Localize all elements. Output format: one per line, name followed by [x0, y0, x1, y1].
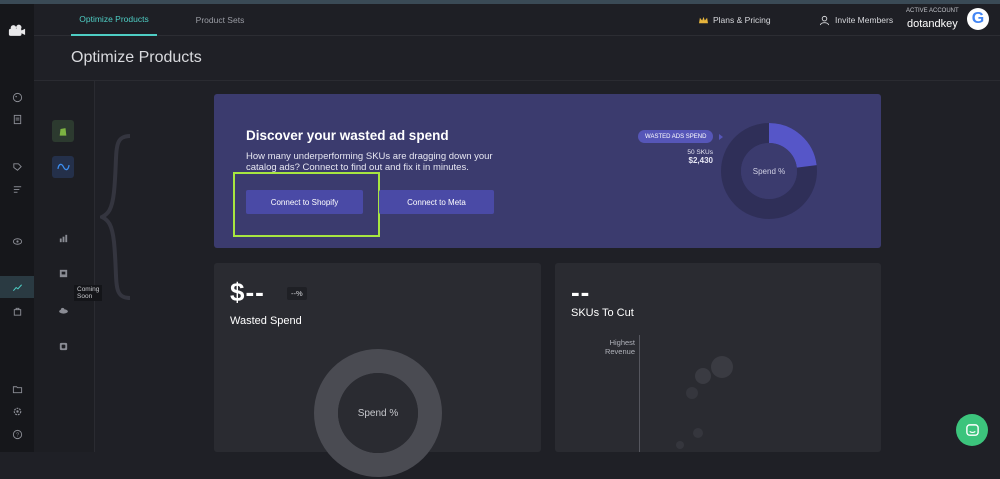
hero-donut: Spend % — [721, 123, 817, 219]
wasted-spend-value: $-- — [230, 277, 265, 307]
bubble-point — [686, 387, 698, 399]
tab-product-sets[interactable]: Product Sets — [184, 4, 256, 36]
connect-meta-button[interactable]: Connect to Meta — [379, 190, 494, 214]
page-title: Optimize Products — [71, 49, 202, 66]
plans-pricing-link[interactable]: Plans & Pricing — [698, 4, 771, 36]
storefront-icon — [52, 262, 74, 284]
document-icon[interactable] — [0, 108, 34, 130]
tag-icon[interactable] — [0, 156, 34, 178]
skus-to-cut-card: -- SKUs To Cut Highest Revenue — [555, 263, 881, 452]
top-bar: Optimize Products Product Sets Plans & P… — [34, 4, 1000, 36]
connect-shopify-label: Connect to Shopify — [270, 197, 339, 207]
bubble-chart — [676, 356, 733, 449]
hero-donut-label: Spend % — [753, 167, 785, 176]
plans-label: Plans & Pricing — [713, 15, 771, 25]
google-logo-icon: G — [967, 8, 989, 30]
palette-icon[interactable] — [0, 86, 34, 108]
wasted-ads-pill: WASTED ADS SPEND — [638, 130, 714, 143]
hero-title: Discover your wasted ad spend — [246, 128, 449, 143]
axis-label: Highest Revenue — [591, 338, 635, 356]
logo-icon[interactable] — [0, 18, 34, 42]
shopify-icon[interactable] — [52, 120, 74, 142]
wasted-spend-percent: --% — [287, 287, 307, 300]
skus-to-cut-value: -- — [571, 277, 591, 307]
y-axis-line — [639, 335, 640, 452]
account-caption: ACTIVE ACCOUNT — [906, 8, 959, 14]
chat-icon — [965, 423, 979, 436]
bubble-point — [676, 441, 684, 449]
axis-label-line-1: Highest — [609, 338, 635, 347]
connect-shopify-button[interactable]: Connect to Shopify — [246, 190, 363, 214]
axis-label-line-2: Revenue — [604, 347, 635, 356]
invite-label: Invite Members — [835, 15, 894, 25]
crown-icon — [699, 16, 708, 23]
platform-rail: Coming Soon — [34, 81, 103, 452]
bubble-point — [711, 356, 733, 378]
cloud-icon — [52, 299, 74, 321]
skus-to-cut-label: SKUs To Cut — [571, 307, 634, 319]
folder-icon[interactable] — [0, 378, 34, 400]
meta-icon[interactable] — [52, 156, 74, 178]
invite-members-link[interactable]: Invite Members — [819, 4, 893, 36]
sku-summary: 50 SKUs $2,430 — [669, 149, 713, 165]
ghost-icon — [52, 335, 74, 357]
bubble-point — [695, 368, 711, 384]
hero-banner: Discover your wasted ad spend How many u… — [214, 94, 881, 248]
trending-icon[interactable] — [0, 276, 34, 298]
chat-button[interactable] — [956, 414, 988, 446]
help-icon[interactable]: ? — [0, 423, 34, 445]
connect-meta-label: Connect to Meta — [407, 197, 466, 207]
account-name[interactable]: dotandkey — [907, 18, 958, 30]
filter-list-icon[interactable] — [0, 178, 34, 200]
svg-text:?: ? — [15, 432, 18, 438]
pill-label: WASTED ADS SPEND — [645, 133, 707, 140]
bag-icon[interactable] — [0, 300, 34, 322]
wasted-spend-label: Wasted Spend — [230, 315, 302, 327]
tab-optimize-products[interactable]: Optimize Products — [71, 4, 157, 36]
sku-amount: $2,430 — [688, 156, 713, 165]
eye-icon[interactable] — [0, 230, 34, 252]
tab-label: Optimize Products — [79, 14, 149, 24]
person-icon — [819, 15, 830, 25]
bubble-point — [693, 428, 703, 438]
coming-soon-label: Coming Soon — [74, 285, 103, 301]
bar-chart-icon — [52, 227, 74, 249]
bracket-decoration — [100, 134, 131, 300]
wasted-spend-donut: Spend % — [314, 349, 442, 477]
wasted-spend-card: $-- --% Wasted Spend Spend % — [214, 263, 541, 477]
wasted-donut-label: Spend % — [358, 408, 399, 419]
left-rail: ? — [0, 4, 34, 452]
settings-icon[interactable] — [0, 400, 34, 422]
tab-label: Product Sets — [195, 15, 245, 25]
hero-description: How many underperforming SKUs are draggi… — [246, 151, 493, 173]
page-header: Optimize Products — [34, 36, 1000, 81]
